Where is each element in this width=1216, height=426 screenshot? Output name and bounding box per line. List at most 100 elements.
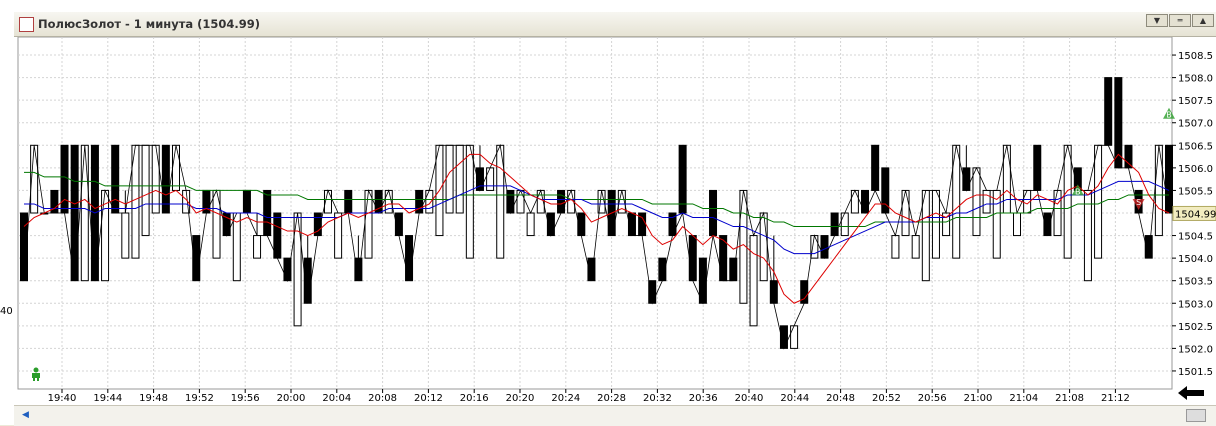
x-tick-label: 19:56 (231, 393, 260, 404)
candle-bearish (405, 235, 414, 282)
y-tick-label: 1504.0 (1178, 254, 1213, 265)
x-tick-label: 20:24 (551, 393, 580, 404)
x-tick-label: 20:00 (277, 393, 306, 404)
x-tick-label: 20:56 (918, 393, 947, 404)
candle-bullish (232, 212, 241, 282)
candle-bullish (526, 212, 535, 237)
x-tick-label: 20:44 (780, 393, 809, 404)
candle-bearish (698, 257, 707, 304)
scroll-right-icon[interactable] (1186, 409, 1206, 422)
candle-bullish (921, 189, 930, 282)
chart-window-icon (19, 17, 34, 32)
candle-bullish (486, 167, 495, 191)
y-tick-label: 1503.0 (1178, 299, 1213, 310)
chart-window-titlebar[interactable]: ПолюсЗолот - 1 минута (1504.99) ▼ ═ ▲ (14, 12, 1216, 37)
y-tick-label: 1503.5 (1178, 277, 1213, 288)
chart-area[interactable]: 1501.5 1502.0 1502.5 1503.0 1503.5 1504.0 1504… (14, 36, 1216, 405)
x-tick-label: 19:44 (93, 393, 122, 404)
candle-bearish (678, 144, 687, 214)
candle-bullish (141, 144, 150, 237)
candle-bearish (1104, 77, 1113, 146)
candle-bearish (820, 235, 829, 259)
buy-signal-label: B (1075, 187, 1081, 196)
window-controls: ▼ ═ ▲ (1146, 14, 1214, 27)
candle-bearish (1165, 144, 1173, 214)
candle-bullish (1013, 212, 1022, 237)
y-tick-label: 1507.5 (1178, 96, 1213, 107)
candle-bullish (759, 212, 768, 282)
window-title: ПолюсЗолот - 1 минута (1504.99) (38, 17, 261, 31)
y-tick-label: 1507.0 (1178, 119, 1213, 130)
candle-bullish (911, 235, 920, 259)
horizontal-scrollbar[interactable]: ◀ (14, 405, 1216, 426)
y-tick-label: 1508.0 (1178, 74, 1213, 85)
candle-bearish (242, 189, 251, 214)
candle-bearish (871, 144, 880, 191)
x-tick-label: 19:40 (48, 393, 77, 404)
maximize-icon[interactable]: ▲ (1192, 14, 1214, 27)
left-axis-value: 40 (0, 306, 13, 317)
candle-bullish (850, 189, 859, 214)
candle-bullish (465, 144, 474, 259)
candle-bullish (171, 144, 180, 191)
candle-bearish (60, 144, 69, 214)
x-tick-label: 20:16 (460, 393, 489, 404)
candle-bullish (1063, 144, 1072, 259)
candle-bullish (1154, 144, 1163, 237)
left-panel-strip: 40 (0, 0, 15, 425)
x-tick-label: 20:40 (735, 393, 764, 404)
y-tick-label: 1508.5 (1178, 51, 1213, 62)
candle-bearish (557, 189, 566, 214)
x-tick-label: 19:48 (139, 393, 168, 404)
candle-bullish (1094, 144, 1103, 259)
candle-bearish (830, 212, 839, 237)
restore-icon[interactable]: ═ (1169, 14, 1191, 27)
sell-signal-label: S (1136, 198, 1141, 207)
candle-bullish (516, 189, 525, 214)
candle-bullish (445, 144, 454, 214)
candle-bearish (111, 144, 120, 214)
candle-bearish (1033, 144, 1042, 191)
arrow-left-icon (1178, 386, 1204, 400)
candle-bullish (425, 189, 434, 214)
x-tick-label: 20:04 (322, 393, 351, 404)
x-tick-label: 20:32 (643, 393, 672, 404)
y-tick-label: 1505.5 (1178, 186, 1213, 197)
candle-bullish (790, 325, 799, 349)
candle-bearish (1124, 144, 1133, 169)
buy-signal-label: B (1166, 111, 1172, 120)
candle-bullish (901, 189, 910, 237)
candle-bullish (151, 144, 160, 214)
candle-bearish (861, 189, 870, 214)
candle-bullish (840, 212, 849, 237)
x-tick-label: 20:08 (368, 393, 397, 404)
candle-bearish (709, 189, 718, 237)
current-price-label: 1504.99 (1175, 209, 1216, 220)
x-tick-label: 20:12 (414, 393, 443, 404)
y-tick-label: 1502.5 (1178, 322, 1213, 333)
minimize-icon[interactable]: ▼ (1146, 14, 1168, 27)
x-tick-label: 21:04 (1009, 393, 1038, 404)
candle-bullish (992, 189, 1001, 259)
candle-bullish (810, 235, 819, 259)
candle-bullish (931, 189, 940, 259)
candle-bullish (121, 212, 130, 259)
x-tick-label: 19:52 (185, 393, 214, 404)
candle-bullish (364, 189, 373, 259)
price-chart[interactable]: 1501.5 1502.0 1502.5 1503.0 1503.5 1504.0 1504… (14, 36, 1216, 405)
x-tick-label: 20:28 (597, 393, 626, 404)
y-tick-label: 1501.5 (1178, 367, 1213, 378)
x-tick-label: 20:52 (872, 393, 901, 404)
candle-bearish (648, 280, 657, 304)
candle-bullish (334, 212, 343, 259)
candle-bullish (749, 235, 758, 327)
candle-bearish (283, 257, 292, 282)
y-tick-label: 1506.5 (1178, 141, 1213, 152)
scroll-left-icon[interactable]: ◀ (22, 410, 29, 420)
x-tick-label: 21:00 (964, 393, 993, 404)
candle-bearish (161, 144, 170, 214)
x-tick-label: 21:12 (1101, 393, 1130, 404)
y-tick-label: 1504.5 (1178, 232, 1213, 243)
candle-bullish (455, 144, 464, 214)
green-man-icon[interactable] (30, 367, 42, 381)
